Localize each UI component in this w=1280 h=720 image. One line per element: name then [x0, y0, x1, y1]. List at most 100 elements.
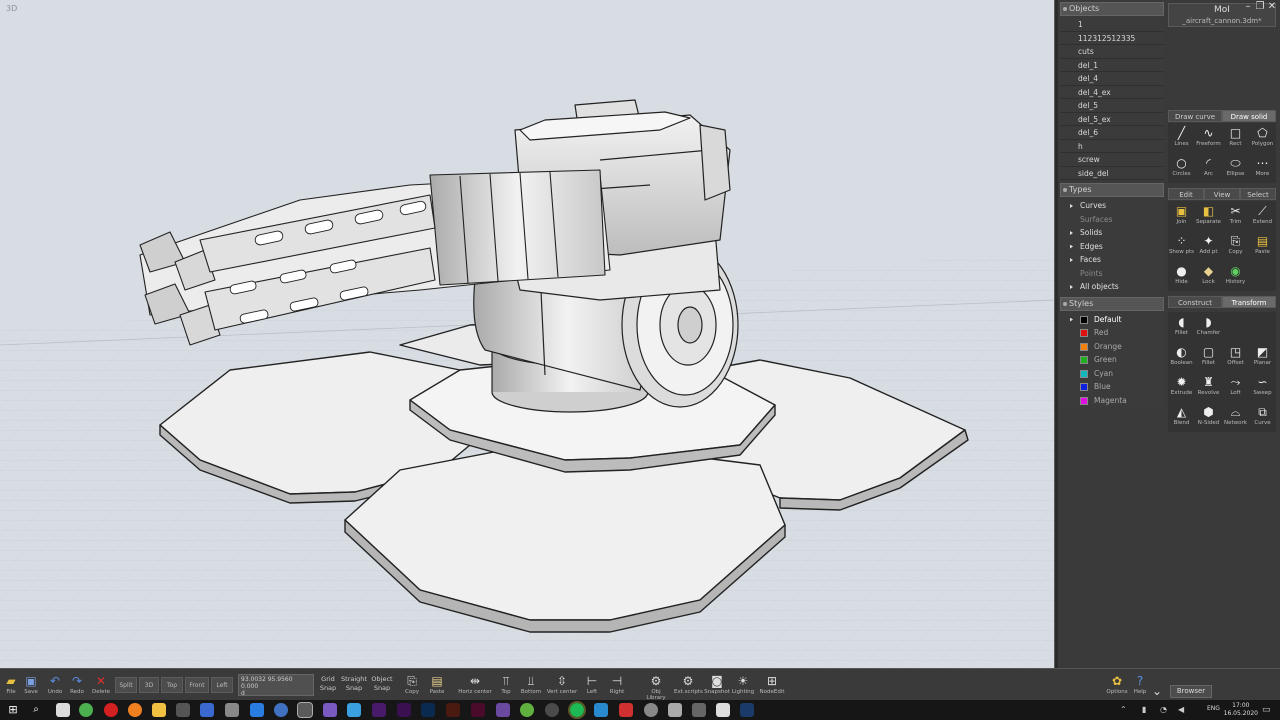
object-item[interactable]: cuts: [1060, 45, 1164, 59]
type-item[interactable]: Solids: [1060, 226, 1164, 240]
illustrator-icon[interactable]: [446, 703, 460, 717]
styles-header[interactable]: Styles: [1060, 296, 1164, 311]
tab-draw-solid[interactable]: Draw solid: [1222, 110, 1276, 122]
style-item[interactable]: Magenta: [1060, 393, 1164, 407]
app-icon[interactable]: [496, 703, 510, 717]
tab-view[interactable]: View: [1204, 188, 1240, 200]
app-icon[interactable]: [274, 703, 288, 717]
add-point-button[interactable]: ✦ Add pt: [1195, 231, 1222, 261]
steam-icon[interactable]: [740, 703, 754, 717]
object-item[interactable]: del_6: [1060, 126, 1164, 140]
type-item[interactable]: All objects: [1060, 280, 1164, 294]
show-points-button[interactable]: ⁘ Show pts: [1168, 231, 1195, 261]
app-icon[interactable]: [716, 703, 730, 717]
separate-button[interactable]: ◧ Separate: [1195, 201, 1222, 231]
join-button[interactable]: ▣ Join: [1168, 201, 1195, 231]
straight-snap-button[interactable]: Straight Snap: [340, 675, 368, 695]
object-item[interactable]: del_4_ex: [1060, 85, 1164, 99]
style-item[interactable]: Red: [1060, 326, 1164, 340]
app-icon[interactable]: [250, 703, 264, 717]
minimize-icon[interactable]: –: [1242, 2, 1254, 12]
freeform-button[interactable]: ∿ Freeform: [1195, 123, 1222, 153]
app-icon[interactable]: [520, 703, 534, 717]
align-horiz-center-button[interactable]: ⇹ Horiz center: [458, 673, 492, 695]
save-button[interactable]: ▣ Save: [22, 673, 40, 695]
type-item[interactable]: Faces: [1060, 253, 1164, 267]
volume-icon[interactable]: ◀: [1178, 703, 1192, 717]
align-right-button[interactable]: ⊣ Right: [608, 673, 626, 695]
options-button[interactable]: ✿ Options: [1106, 673, 1128, 695]
app-icon[interactable]: [176, 703, 190, 717]
app-icon[interactable]: [594, 703, 608, 717]
object-item[interactable]: side_del: [1060, 166, 1164, 180]
file-button[interactable]: ▰ File: [3, 673, 19, 695]
align-left-button[interactable]: ⊢ Left: [584, 673, 600, 695]
app-icon[interactable]: [668, 703, 682, 717]
search-icon[interactable]: ⌕: [29, 703, 43, 717]
object-item[interactable]: 1: [1060, 18, 1164, 32]
nsided-button[interactable]: ⬢ N-Sided: [1195, 402, 1222, 432]
moi-icon[interactable]: [297, 702, 313, 718]
view-front-button[interactable]: Front: [185, 677, 209, 693]
align-top-button[interactable]: ⫪ Top: [497, 673, 515, 695]
wifi-icon[interactable]: ◔: [1160, 703, 1174, 717]
style-item[interactable]: Green: [1060, 353, 1164, 367]
object-item[interactable]: del_5: [1060, 99, 1164, 113]
network-button[interactable]: ⌓ Network: [1222, 402, 1249, 432]
view-top-button[interactable]: Top: [161, 677, 183, 693]
network-icon[interactable]: ▮: [1142, 703, 1156, 717]
app-icon[interactable]: [619, 703, 633, 717]
trim-button[interactable]: ✂ Trim: [1222, 201, 1249, 231]
app-icon[interactable]: [225, 703, 239, 717]
view-3d-button[interactable]: 3D: [139, 677, 159, 693]
maximize-icon[interactable]: ❐: [1254, 2, 1266, 12]
folder-icon[interactable]: [152, 703, 166, 717]
app-icon[interactable]: [644, 703, 658, 717]
history-button[interactable]: ◉ History: [1222, 261, 1249, 291]
clock[interactable]: 17:00 16.05.2020: [1224, 702, 1258, 718]
align-vert-center-button[interactable]: ⇳ Vert center: [546, 673, 578, 695]
extend-button[interactable]: ⟋ Extend: [1249, 201, 1276, 231]
rect-button[interactable]: □ Rect: [1222, 123, 1249, 153]
extrude-button[interactable]: ✹ Extrude: [1168, 372, 1195, 402]
fillet-solid-button[interactable]: ▢ Fillet: [1195, 342, 1222, 372]
expand-icon[interactable]: ⌄: [1152, 683, 1162, 699]
style-item[interactable]: Orange: [1060, 339, 1164, 353]
offset-button[interactable]: ◳ Offset: [1222, 342, 1249, 372]
notification-icon[interactable]: ▭: [1262, 703, 1276, 717]
lines-button[interactable]: ╱ Lines: [1168, 123, 1195, 153]
photoshop-icon[interactable]: [421, 703, 435, 717]
tab-edit[interactable]: Edit: [1168, 188, 1204, 200]
chamfer-button[interactable]: ◗ Chamfer: [1195, 312, 1222, 342]
object-item[interactable]: del_5_ex: [1060, 112, 1164, 126]
type-item[interactable]: Edges: [1060, 239, 1164, 253]
style-item[interactable]: Cyan: [1060, 366, 1164, 380]
language-indicator[interactable]: ENG: [1207, 705, 1220, 712]
undo-button[interactable]: ↶ Undo: [46, 673, 64, 695]
obj-library-button[interactable]: ⚙ Obj Library: [642, 673, 670, 701]
indesign-icon[interactable]: [471, 703, 485, 717]
app-icon[interactable]: [347, 703, 361, 717]
align-bottom-button[interactable]: ⫫ Bottom: [520, 673, 542, 695]
help-button[interactable]: ? Help: [1131, 673, 1149, 695]
fillet-button[interactable]: ◖ Fillet: [1168, 312, 1195, 342]
opera-icon[interactable]: [104, 703, 118, 717]
app-icon[interactable]: [692, 703, 706, 717]
polygon-button[interactable]: ⬠ Polygon: [1249, 123, 1276, 153]
browser-button[interactable]: Browser: [1170, 685, 1212, 698]
calculator-icon[interactable]: [56, 703, 70, 717]
grid-snap-button[interactable]: Grid Snap: [318, 675, 338, 695]
boolean-button[interactable]: ◐ Boolean: [1168, 342, 1195, 372]
app-icon[interactable]: [323, 703, 337, 717]
tray-icon[interactable]: ⌃: [1120, 703, 1134, 717]
more-button[interactable]: ⋯ More: [1249, 153, 1276, 183]
blend-button[interactable]: ◭ Blend: [1168, 402, 1195, 432]
loft-button[interactable]: ⤳ Loft: [1222, 372, 1249, 402]
planar-button[interactable]: ◩ Planar: [1249, 342, 1276, 372]
after-effects-icon[interactable]: [372, 703, 386, 717]
objects-header[interactable]: Objects: [1060, 2, 1164, 16]
premiere-icon[interactable]: [397, 703, 411, 717]
tab-transform[interactable]: Transform: [1222, 296, 1276, 308]
app-icon[interactable]: [545, 703, 559, 717]
type-item[interactable]: Curves: [1060, 199, 1164, 213]
